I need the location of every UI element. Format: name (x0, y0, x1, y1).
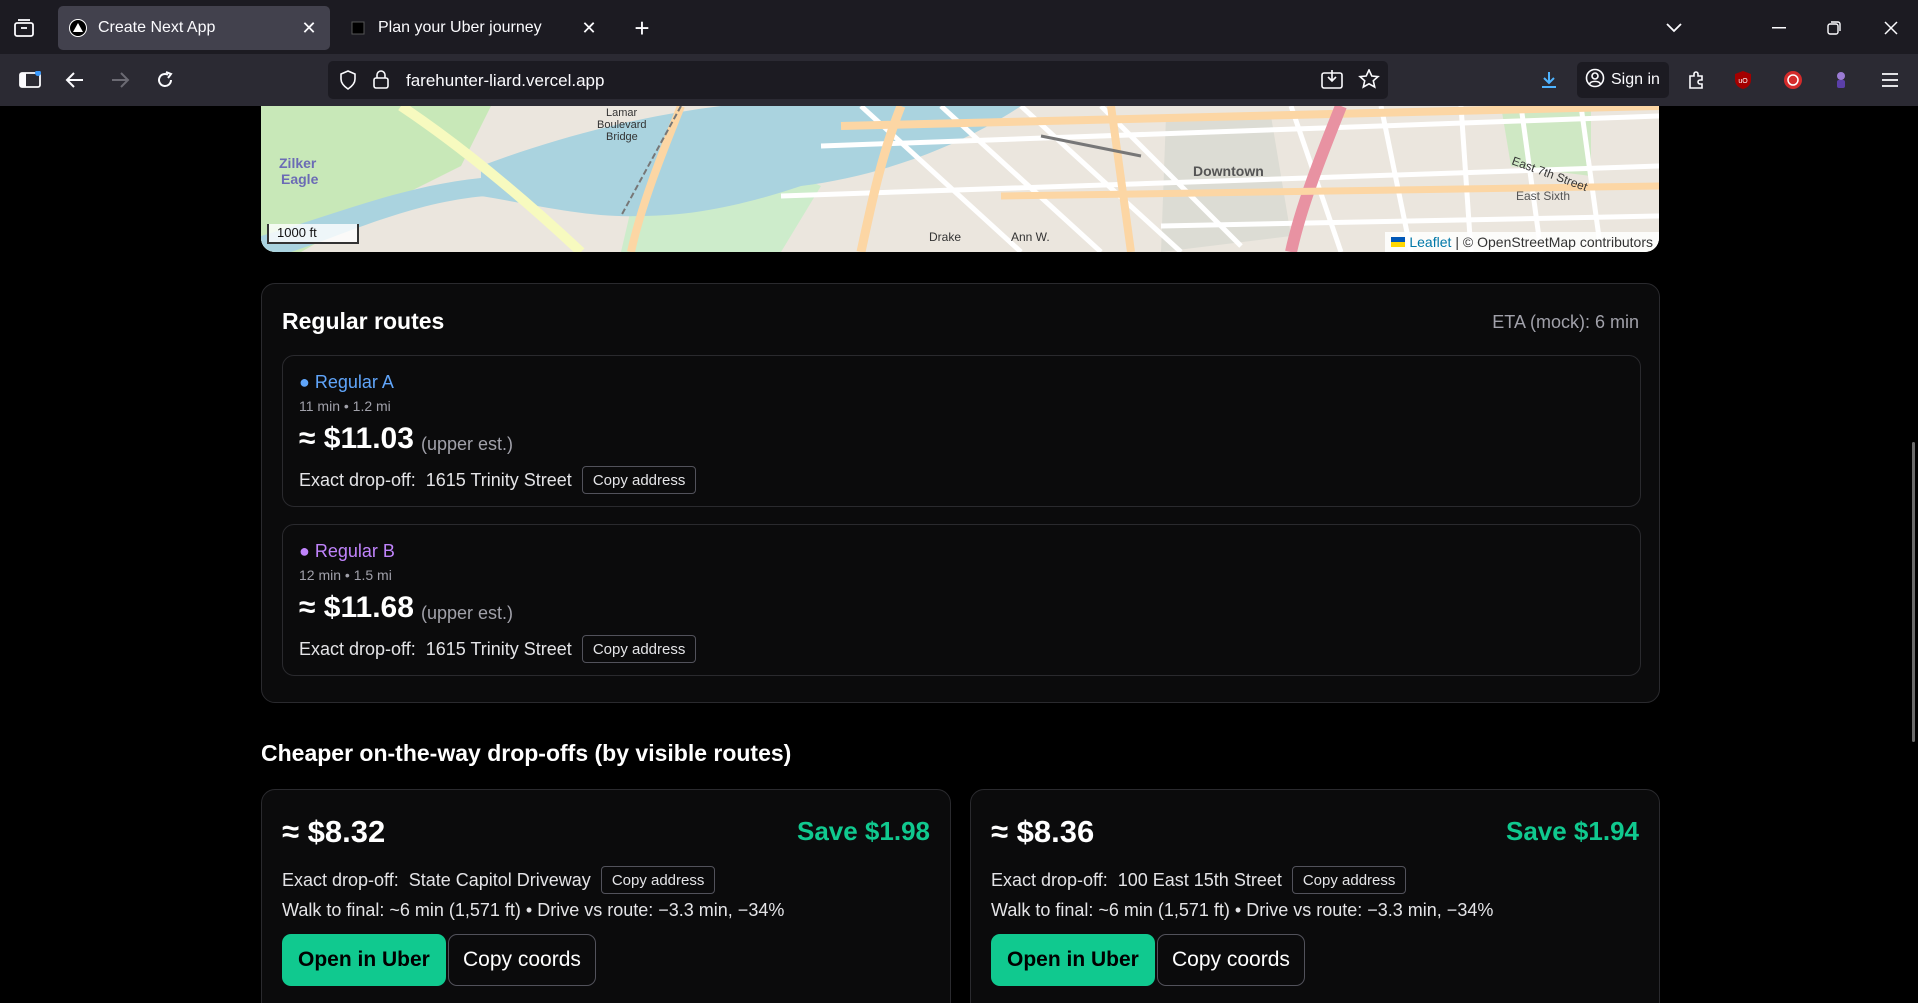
offer-price: ≈ $8.36 (991, 814, 1095, 849)
restore-icon[interactable] (1820, 14, 1848, 42)
route-meta: 12 min • 1.5 mi (299, 567, 392, 583)
minimize-icon[interactable] (1765, 14, 1793, 42)
lock-icon[interactable] (372, 69, 390, 94)
route-card-regular-b: ● Regular B 12 min • 1.5 mi ≈ $11.68 (up… (282, 524, 1641, 676)
tab-title: Create Next App (98, 19, 216, 36)
tab-create-next-app[interactable]: Create Next App ✕ (58, 6, 330, 50)
nextjs-icon (68, 18, 88, 38)
svg-text:Bridge: Bridge (606, 131, 638, 143)
route-price: ≈ $11.03 (299, 422, 414, 455)
dropoff-address: State Capitol Driveway (408, 869, 591, 890)
ublock-icon[interactable]: uO (1728, 65, 1758, 95)
list-all-tabs-icon[interactable] (1660, 14, 1688, 42)
svg-text:Boulevard: Boulevard (597, 119, 647, 131)
close-icon[interactable]: ✕ (578, 17, 600, 39)
svg-text:East Sixth: East Sixth (1516, 189, 1570, 203)
svg-text:Drake: Drake (929, 230, 961, 244)
dropoff-label: Exact drop-off: (299, 638, 416, 659)
savings-badge: Save $1.98 (796, 816, 930, 846)
offer-dropoff: Exact drop-off: 100 East 15th Street Cop… (991, 866, 1407, 894)
copy-coords-button[interactable]: Copy coords (1157, 934, 1305, 986)
page-scrollbar[interactable] (1912, 442, 1915, 742)
dropoff-address: 100 East 15th Street (1117, 869, 1282, 890)
cheaper-dropoffs-title: Cheaper on-the-way drop-offs (by visible… (261, 740, 792, 766)
copy-address-button[interactable]: Copy address (581, 466, 697, 494)
route-price: ≈ $11.68 (299, 591, 414, 624)
svg-text:uO: uO (1738, 78, 1748, 85)
sidebar-icon[interactable] (15, 65, 45, 95)
nav-toolbar: farehunter-liard.vercel.app Sign in uO (0, 54, 1918, 106)
regular-routes-title: Regular routes (282, 308, 445, 334)
ukraine-flag-icon (1391, 234, 1406, 250)
sign-in-button[interactable]: Sign in (1577, 62, 1669, 98)
route-name: ● Regular B (299, 541, 395, 561)
walk-info: Walk to final: ~6 min (1,571 ft) • Drive… (282, 900, 785, 920)
open-in-uber-button[interactable]: Open in Uber (282, 934, 446, 986)
forward-icon[interactable] (105, 65, 135, 95)
svg-text:Zilker: Zilker (279, 155, 317, 171)
svg-text:Ann W.: Ann W. (1011, 230, 1050, 244)
offer-price: ≈ $8.32 (282, 814, 386, 849)
url-text[interactable]: farehunter-liard.vercel.app (406, 71, 604, 91)
offer-dropoff: Exact drop-off: State Capitol Driveway C… (282, 866, 716, 894)
tab-plan-uber-journey[interactable]: Plan your Uber journey ✕ (338, 6, 610, 50)
copy-address-button[interactable]: Copy address (1291, 866, 1407, 894)
walk-info: Walk to final: ~6 min (1,571 ft) • Drive… (991, 900, 1494, 920)
map-attribution: Leaflet | © OpenStreetMap contributors (1385, 232, 1659, 252)
route-map[interactable]: Zilker Eagle Lamar Boulevard Bridge Down… (261, 106, 1659, 252)
bookmark-star-icon[interactable] (1358, 68, 1380, 94)
svg-text:Downtown: Downtown (1193, 163, 1264, 179)
shield-icon[interactable] (338, 70, 358, 95)
savings-badge: Save $1.94 (1505, 816, 1639, 846)
back-icon[interactable] (60, 65, 90, 95)
page-content: Zilker Eagle Lamar Boulevard Bridge Down… (0, 106, 1918, 1003)
extensions-icon[interactable] (1681, 65, 1711, 95)
copy-address-button[interactable]: Copy address (581, 635, 697, 663)
window-close-icon[interactable] (1877, 14, 1905, 42)
dropoff-label: Exact drop-off: (282, 869, 399, 890)
dropoff-label: Exact drop-off: (299, 469, 416, 490)
open-in-uber-button[interactable]: Open in Uber (991, 934, 1155, 986)
tab-title: Plan your Uber journey (378, 19, 542, 36)
dropoff-address: 1615 Trinity Street (425, 469, 572, 490)
leaflet-link[interactable]: Leaflet (1409, 234, 1451, 250)
osm-attribution: | © OpenStreetMap contributors (1455, 234, 1653, 250)
extension-icon[interactable] (1826, 65, 1856, 95)
download-icon[interactable] (1534, 65, 1564, 95)
dropoff-address: 1615 Trinity Street (425, 638, 572, 659)
reload-icon[interactable] (150, 65, 180, 95)
route-estimate-note: (upper est.) (421, 603, 514, 623)
map-scale: 1000 ft (267, 224, 359, 244)
offer-card: ≈ $8.36 Save $1.94 Exact drop-off: 100 E… (970, 789, 1660, 1003)
tab-bar: Create Next App ✕ Plan your Uber journey… (0, 0, 1918, 54)
svg-text:Lamar: Lamar (606, 107, 638, 119)
offer-card: ≈ $8.32 Save $1.98 Exact drop-off: State… (261, 789, 951, 1003)
eta-label: ETA (mock): 6 min (1492, 312, 1639, 332)
route-card-regular-a: ● Regular A 11 min • 1.2 mi ≈ $11.03 (up… (282, 355, 1641, 507)
svg-text:Eagle: Eagle (281, 171, 319, 187)
url-bar[interactable]: farehunter-liard.vercel.app (328, 61, 1388, 99)
tab-list-icon[interactable] (10, 14, 38, 42)
regular-routes-card: Regular routes ETA (mock): 6 min ● Regul… (261, 283, 1660, 703)
map-tiles[interactable]: Zilker Eagle Lamar Boulevard Bridge Down… (261, 106, 1659, 252)
route-estimate-note: (upper est.) (421, 434, 514, 454)
route-meta: 11 min • 1.2 mi (299, 398, 391, 414)
menu-icon[interactable] (1875, 65, 1905, 95)
close-icon[interactable]: ✕ (298, 17, 320, 39)
dropoff-label: Exact drop-off: (991, 869, 1108, 890)
route-dropoff: Exact drop-off: 1615 Trinity Street Copy… (299, 635, 697, 663)
extension-icon[interactable] (1778, 65, 1808, 95)
install-icon[interactable] (1321, 69, 1343, 94)
route-dropoff: Exact drop-off: 1615 Trinity Street Copy… (299, 466, 697, 494)
copy-address-button[interactable]: Copy address (600, 866, 716, 894)
uber-icon (348, 18, 368, 38)
sign-in-label: Sign in (1611, 71, 1660, 88)
new-tab-icon[interactable]: + (628, 13, 656, 43)
copy-coords-button[interactable]: Copy coords (448, 934, 596, 986)
account-icon (1585, 68, 1605, 93)
route-name: ● Regular A (299, 372, 394, 392)
